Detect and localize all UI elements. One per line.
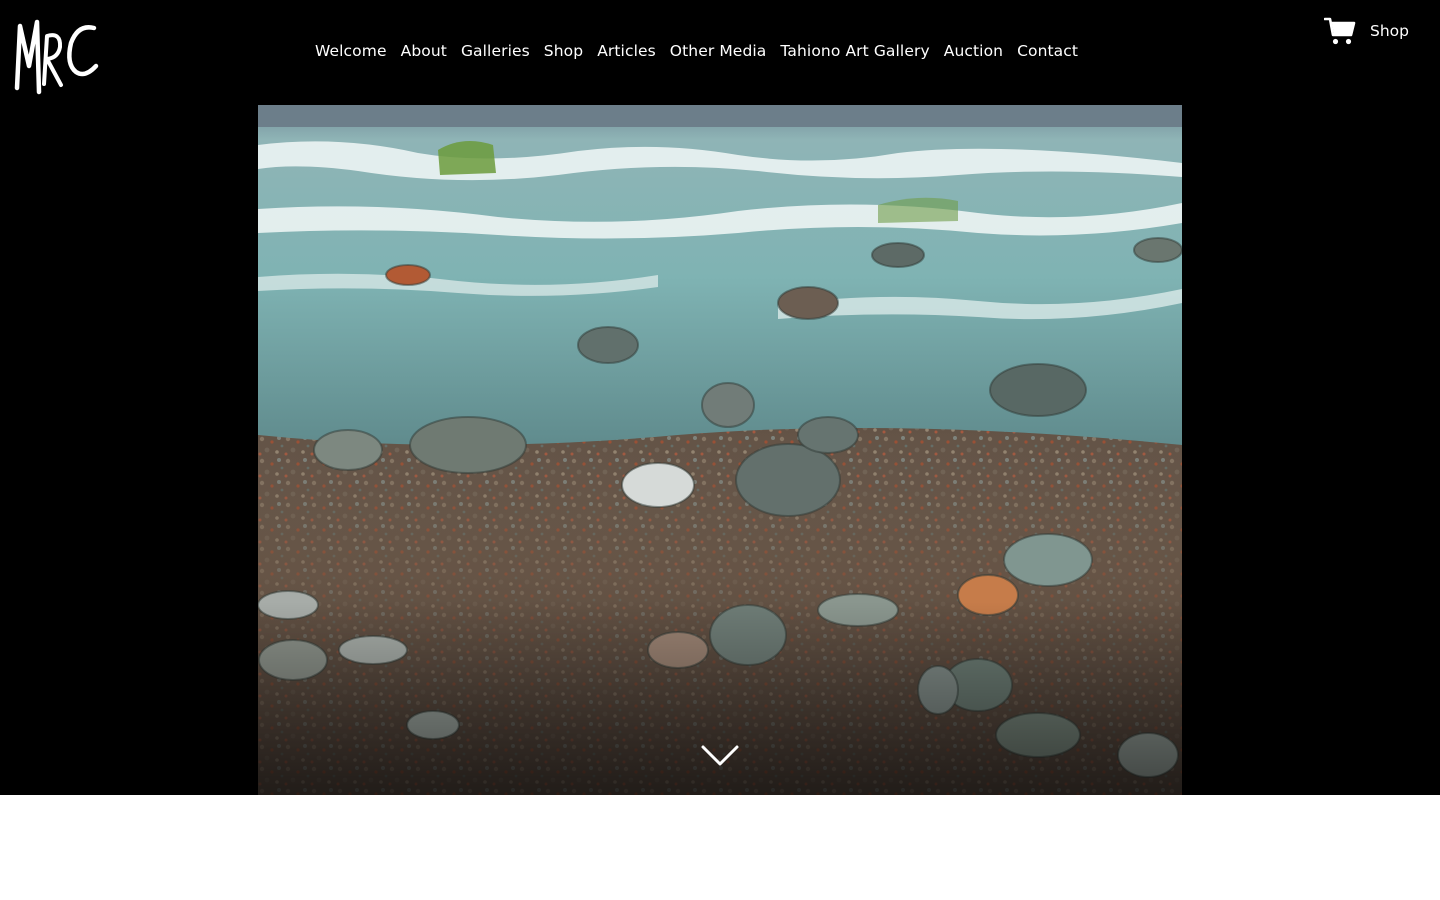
nav-about[interactable]: About [401,40,447,62]
cart-shop-link[interactable]: Shop [1324,16,1409,46]
shopping-cart-icon [1324,16,1356,46]
scroll-down-chevron[interactable] [700,740,740,770]
nav-articles[interactable]: Articles [597,40,656,62]
hero-painting-image [258,105,1182,795]
logo-mark [14,19,99,95]
nav-tahiono-art-gallery[interactable]: Tahiono Art Gallery [780,40,929,62]
nav-contact[interactable]: Contact [1017,40,1078,62]
nav-shop[interactable]: Shop [544,40,583,62]
site-logo[interactable] [10,8,102,98]
cart-label: Shop [1370,22,1409,40]
main-nav: Welcome About Galleries Shop Articles Ot… [315,40,1078,62]
nav-auction[interactable]: Auction [944,40,1003,62]
nav-other-media[interactable]: Other Media [670,40,767,62]
chevron-down-icon [701,745,739,766]
nav-welcome[interactable]: Welcome [315,40,387,62]
nav-galleries[interactable]: Galleries [461,40,530,62]
